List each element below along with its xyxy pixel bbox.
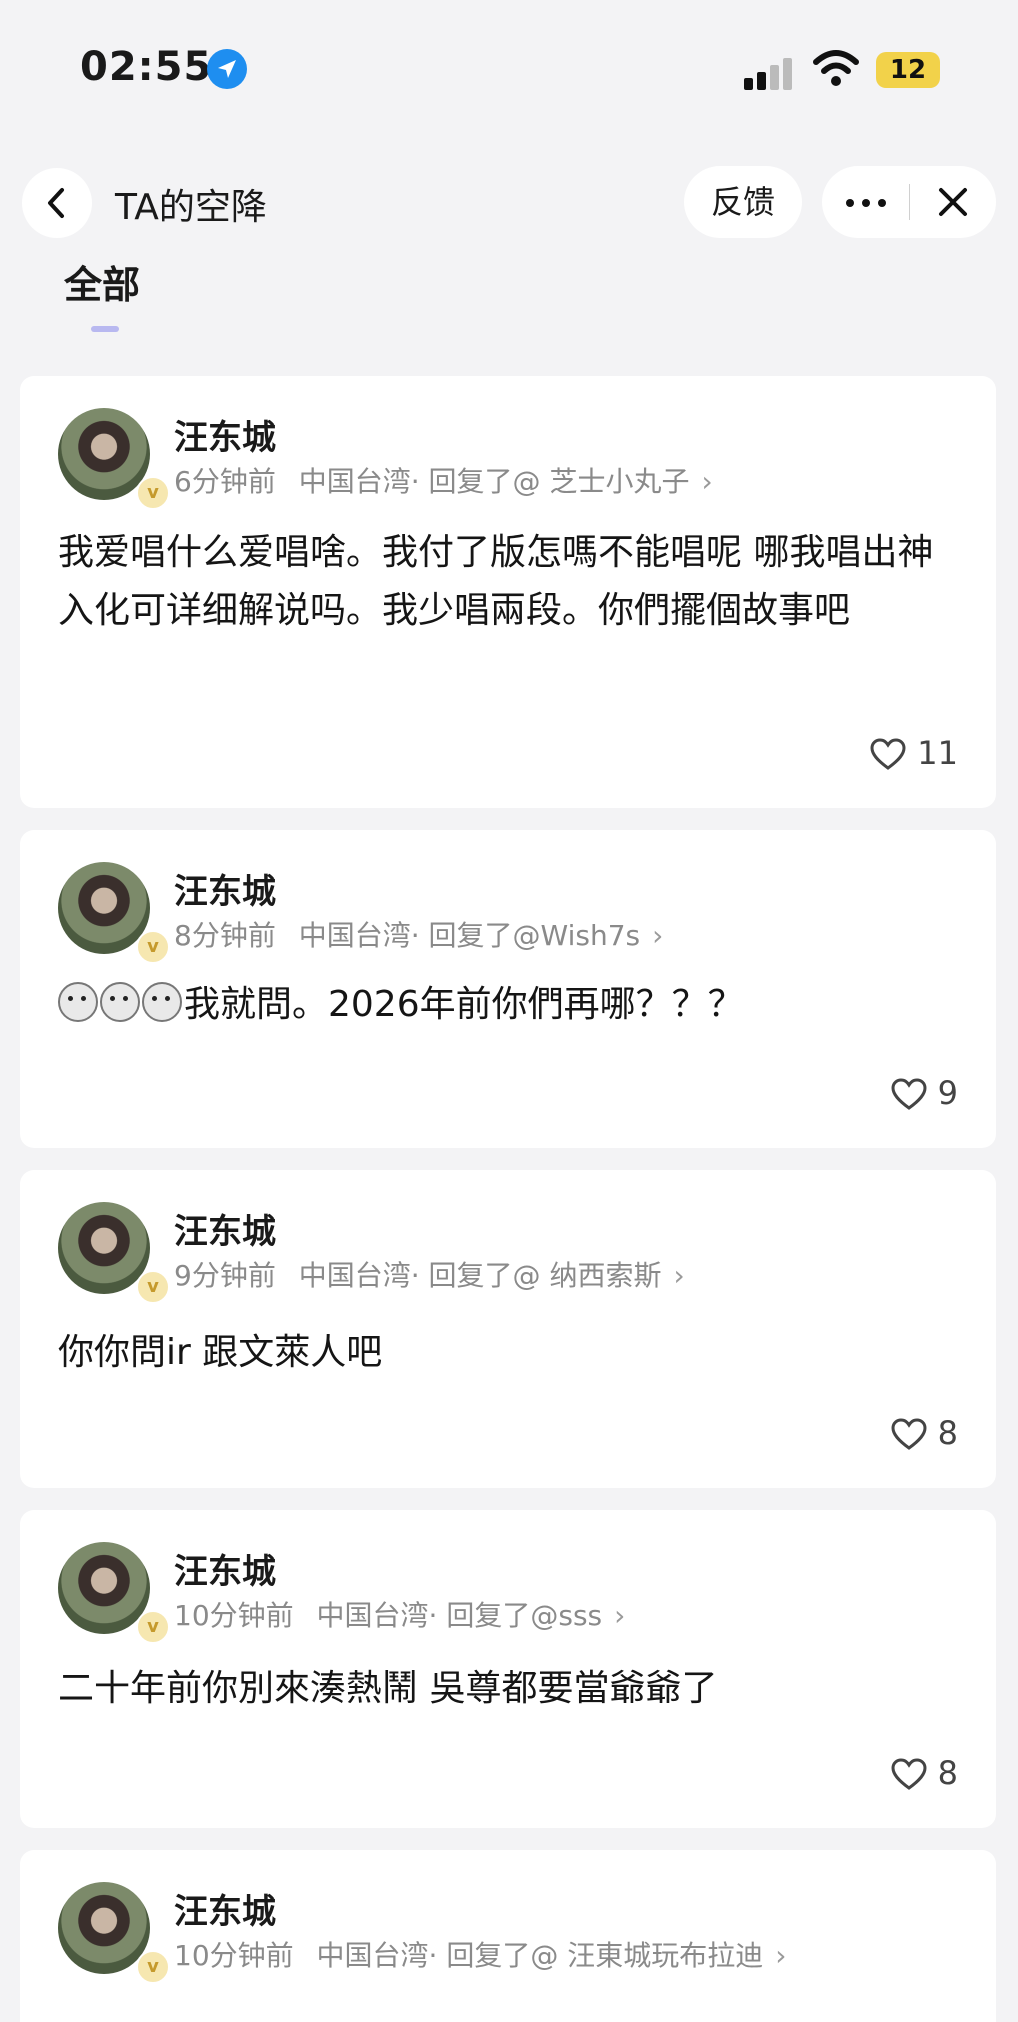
reply-target: 回复了@ 汪東城玩布拉迪 (446, 1939, 764, 1972)
post-location: 中国台湾· (298, 919, 420, 952)
verified-badge-icon: v (136, 1610, 170, 1644)
chevron-right-icon: › (652, 919, 664, 952)
reply-target: 回复了@ 芝士小丸子 (428, 465, 690, 498)
reply-target: 回复了@ 纳西索斯 (428, 1259, 662, 1292)
verified-badge-icon: v (136, 1270, 170, 1304)
author-name[interactable]: 汪东城 (174, 1884, 276, 1933)
post-card[interactable]: v 汪东城 6分钟前 中国台湾· 回复了@ 芝士小丸子 › 我爱唱什么爱唱啥。我付… (20, 376, 996, 808)
page-title: TA的空降 (115, 187, 267, 228)
post-text: 我就問。2026年前你們再哪？？？ (184, 984, 744, 1025)
back-button[interactable] (22, 168, 92, 238)
post-location: 中国台湾· (298, 1259, 420, 1292)
cellular-signal-icon (744, 56, 796, 90)
mini-program-capsule (822, 166, 996, 238)
reply-target: 回复了@Wish7s (428, 919, 641, 952)
heart-icon (891, 1418, 927, 1450)
post-time: 10分钟前 (174, 1599, 294, 1632)
post-meta[interactable]: 9分钟前 中国台湾· 回复了@ 纳西索斯 › (174, 1254, 685, 1294)
post-time: 6分钟前 (174, 465, 276, 498)
heart-icon (891, 1758, 927, 1790)
heart-icon (891, 1078, 927, 1110)
close-button[interactable] (910, 166, 996, 238)
status-bar: 02:55 12 (0, 0, 1018, 140)
post-text: 我爱唱什么爱唱啥。我付了版怎嗎不能唱呢 哪我唱出神入化可详细解说吗。我少唱兩段。… (58, 532, 934, 631)
feedback-button[interactable]: 反馈 (684, 166, 802, 238)
post-location: 中国台湾· (316, 1599, 438, 1632)
tab-indicator (91, 326, 119, 332)
like-count: 9 (937, 1074, 958, 1112)
author-name[interactable]: 汪东城 (174, 1204, 276, 1253)
cat-emoji-icon (142, 982, 182, 1022)
post-card[interactable]: v 汪东城 9分钟前 中国台湾· 回复了@ 纳西索斯 › 你你問ir 跟文萊人吧 … (20, 1170, 996, 1488)
chevron-right-icon: › (775, 1939, 787, 1972)
post-body: 我就問。2026年前你們再哪？？？ (58, 976, 968, 1034)
post-card[interactable]: v 汪东城 10分钟前 中国台湾· 回复了@sss › 二十年前你別來湊熱鬧 吳尊… (20, 1510, 996, 1828)
close-icon (939, 188, 967, 216)
verified-badge-icon: v (136, 930, 170, 964)
chevron-right-icon: › (673, 1259, 685, 1292)
post-meta[interactable]: 8分钟前 中国台湾· 回复了@Wish7s › (174, 914, 663, 954)
like-button[interactable]: 9 (890, 1074, 958, 1112)
post-meta[interactable]: 6分钟前 中国台湾· 回复了@ 芝士小丸子 › (174, 460, 713, 500)
post-time: 8分钟前 (174, 919, 276, 952)
author-name[interactable]: 汪东城 (174, 864, 276, 913)
more-button[interactable] (822, 166, 909, 238)
like-button[interactable]: 8 (890, 1414, 958, 1452)
like-count: 8 (937, 1414, 958, 1452)
author-name[interactable]: 汪东城 (174, 1544, 276, 1593)
post-card[interactable]: v 汪东城 8分钟前 中国台湾· 回复了@Wish7s › 我就問。2026年前你… (20, 830, 996, 1148)
author-name[interactable]: 汪东城 (174, 410, 276, 459)
tab-all[interactable]: 全部 (64, 254, 140, 309)
post-time: 10分钟前 (174, 1939, 294, 1972)
verified-badge-icon: v (136, 476, 170, 510)
chevron-right-icon: › (614, 1599, 626, 1632)
cat-emoji-icon (100, 982, 140, 1022)
wifi-icon (812, 50, 860, 92)
battery-icon: 12 (876, 52, 940, 88)
post-meta[interactable]: 10分钟前 中国台湾· 回复了@ 汪東城玩布拉迪 › (174, 1934, 786, 1974)
post-time: 9分钟前 (174, 1259, 276, 1292)
post-meta[interactable]: 10分钟前 中国台湾· 回复了@sss › (174, 1594, 625, 1634)
post-card[interactable]: v 汪东城 10分钟前 中国台湾· 回复了@ 汪東城玩布拉迪 › (20, 1850, 996, 2022)
post-text: 你你問ir 跟文萊人吧 (58, 1332, 383, 1373)
like-button[interactable]: 11 (869, 734, 958, 772)
chevron-left-icon (48, 188, 64, 218)
like-count: 11 (917, 734, 958, 772)
cat-emoji-icon (58, 982, 98, 1022)
post-location: 中国台湾· (316, 1939, 438, 1972)
location-arrow-icon (207, 49, 247, 89)
verified-badge-icon: v (136, 1950, 170, 1984)
status-time: 02:55 (80, 44, 213, 90)
post-text: 二十年前你別來湊熱鬧 吳尊都要當爺爺了 (58, 1668, 718, 1709)
heart-icon (870, 738, 906, 770)
battery-level: 12 (889, 55, 927, 85)
like-count: 8 (937, 1754, 958, 1792)
chevron-right-icon: › (701, 465, 713, 498)
reply-target: 回复了@sss (446, 1599, 603, 1632)
like-button[interactable]: 8 (890, 1754, 958, 1792)
post-location: 中国台湾· (298, 465, 420, 498)
